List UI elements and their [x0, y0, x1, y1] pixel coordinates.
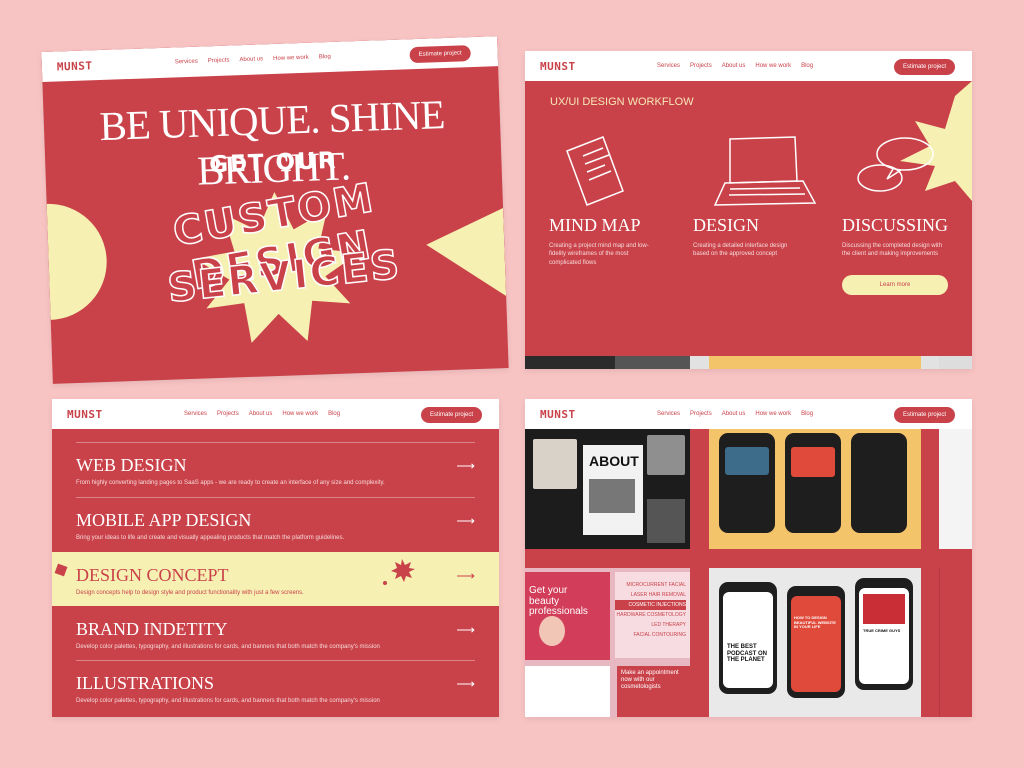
learn-more-button[interactable]: Learn more — [842, 275, 948, 295]
treatment-menu: MICROCURRENT FACIAL LASER HAIR REMOVAL C… — [615, 572, 690, 658]
service-desc: Develop color palettes, typography, and … — [76, 644, 380, 650]
magazine-page: ABOUT — [583, 445, 643, 535]
menu-list: MICROCURRENT FACIAL LASER HAIR REMOVAL C… — [615, 572, 690, 640]
step-design: DESIGN Creating a detailed interface des… — [693, 215, 803, 259]
starburst-shape — [900, 81, 972, 201]
portfolio-tile-podcast[interactable]: THE BEST PODCAST ON THE PLANET HOW TO DE… — [709, 568, 921, 717]
service-row-brand-identity[interactable]: BRAND INDETITY Develop color palettes, t… — [76, 606, 475, 660]
phone-screen: TRUE CRIME GUYS — [859, 588, 909, 684]
phone-screen: THE BEST PODCAST ON THE PLANET — [723, 592, 773, 688]
info-block — [525, 666, 610, 717]
nav-services[interactable]: Services — [657, 411, 680, 417]
phone-mockup: HOW TO DESIGN BEAUTIFUL WEBSITE IN YOUR … — [787, 586, 845, 698]
document-icon — [566, 136, 624, 206]
menu-item[interactable]: MICROCURRENT FACIAL — [615, 580, 686, 590]
appointment-block: Make an appointment now with our cosmeto… — [617, 666, 690, 717]
portfolio-tile-partial[interactable] — [939, 429, 972, 549]
step-title: DISCUSSING — [842, 215, 949, 235]
nav-links: Services Projects About us How we work B… — [657, 411, 813, 417]
appointment-text: Make an appointment now with our cosmeto… — [621, 670, 679, 691]
step-mind-map: MIND MAP Creating a project mind map and… — [549, 215, 659, 267]
portfolio-tile-music-app[interactable] — [709, 429, 921, 549]
thumb-photo — [525, 356, 615, 369]
photo-block — [589, 479, 635, 513]
menu-item[interactable]: LASER HAIR REMOVAL — [615, 590, 686, 600]
nav-projects[interactable]: Projects — [690, 411, 712, 417]
service-title: DESIGN CONCEPT — [76, 565, 229, 585]
arrow-right-icon[interactable]: ⟶ — [456, 568, 475, 584]
step-desc: Discussing the completed design with the… — [842, 243, 943, 258]
cover-art — [863, 594, 905, 624]
arrow-right-icon[interactable]: ⟶ — [456, 513, 475, 529]
portfolio-screenshot: MUNST Services Projects About us How we … — [525, 399, 972, 717]
step-discussing: DISCUSSING Discussing the completed desi… — [842, 215, 952, 259]
arrow-right-icon[interactable]: ⟶ — [456, 676, 475, 692]
workflow-illustrations — [566, 81, 972, 206]
diamond-shape — [54, 563, 68, 577]
service-title: ILLUSTRATIONS — [76, 673, 214, 693]
laptop-icon — [713, 136, 817, 206]
hero-screenshot: MUNST Services Projects About us How we … — [41, 36, 509, 384]
services-screenshot: MUNST Services Projects About us How we … — [52, 399, 499, 717]
service-desc: Design concepts help to design style and… — [76, 590, 304, 596]
service-row-web-design[interactable]: WEB DESIGN From highly converting landin… — [76, 442, 475, 496]
thumb-photo — [615, 356, 690, 369]
phone-screen: HOW TO DESIGN BEAUTIFUL WEBSITE IN YOUR … — [791, 596, 841, 692]
service-row-design-concept[interactable]: DESIGN CONCEPT Design concepts help to d… — [76, 552, 475, 606]
arrow-right-icon[interactable]: ⟶ — [456, 622, 475, 638]
chat-bubbles-icon — [857, 137, 934, 192]
portrait-photo — [647, 499, 685, 543]
logo[interactable]: MUNST — [540, 408, 576, 421]
portfolio-tile-about[interactable]: ABOUT — [525, 429, 690, 549]
step-desc: Creating a detailed interface design bas… — [693, 243, 788, 258]
service-title: BRAND INDETITY — [76, 619, 228, 639]
phone-mockup: TRUE CRIME GUYS — [855, 578, 913, 690]
thumbnail-strip — [525, 356, 972, 369]
phone-mockup — [785, 433, 841, 533]
service-title: WEB DESIGN — [76, 455, 187, 475]
nav-how-we-work[interactable]: How we work — [755, 411, 791, 417]
model-photo — [539, 616, 565, 646]
album-art — [725, 447, 769, 475]
beauty-heading: Get your beauty professionals — [529, 585, 588, 617]
estimate-project-button[interactable]: Estimate project — [894, 407, 956, 423]
menu-item[interactable]: COSMETIC INJECTIONS — [615, 600, 686, 610]
step-desc: Creating a project mind map and low-fide… — [549, 243, 649, 266]
nav-about[interactable]: About us — [722, 411, 746, 417]
thumb-other — [939, 356, 972, 369]
step-title: DESIGN — [693, 215, 759, 235]
about-heading: ABOUT — [589, 453, 639, 469]
podcast-title: THE BEST PODCAST ON THE PLANET — [727, 644, 768, 664]
beauty-hero: Get your beauty professionals — [525, 572, 610, 660]
service-desc: Develop color palettes, typography, and … — [76, 698, 380, 704]
service-title: MOBILE APP DESIGN — [76, 510, 252, 530]
portrait-photo — [533, 439, 577, 489]
phone-mockup — [851, 433, 907, 533]
menu-item[interactable]: HARDWARE COSMETOLOGY — [615, 610, 686, 620]
workflow-screenshot: MUNST Services Projects About us How we … — [525, 51, 972, 369]
portfolio-tile-beauty[interactable]: Get your beauty professionals MICROCURRE… — [525, 568, 690, 717]
top-nav: MUNST Services Projects About us How we … — [525, 399, 972, 429]
service-desc: Bring your ideas to life and create and … — [76, 535, 345, 541]
service-row-mobile-app[interactable]: MOBILE APP DESIGN Bring your ideas to li… — [76, 497, 475, 551]
portfolio-tile-partial[interactable] — [939, 568, 972, 717]
arrow-right-icon[interactable]: ⟶ — [456, 458, 475, 474]
step-title: MIND MAP — [549, 215, 641, 235]
phone-mockup — [719, 433, 775, 533]
nav-blog[interactable]: Blog — [801, 411, 813, 417]
service-row-illustrations[interactable]: ILLUSTRATIONS Develop color palettes, ty… — [76, 660, 475, 714]
phone-mockup: THE BEST PODCAST ON THE PLANET — [719, 582, 777, 694]
portrait-photo — [647, 435, 685, 475]
episode-title: HOW TO DESIGN BEAUTIFUL WEBSITE IN YOUR … — [794, 615, 836, 630]
service-desc: From highly converting landing pages to … — [76, 480, 385, 486]
thumb-apps — [709, 356, 921, 369]
crime-title: TRUE CRIME GUYS — [863, 628, 901, 633]
album-art — [791, 447, 835, 477]
menu-item[interactable]: LED THERAPY — [615, 620, 686, 630]
menu-item[interactable]: FACIAL CONTOURING — [615, 630, 686, 640]
